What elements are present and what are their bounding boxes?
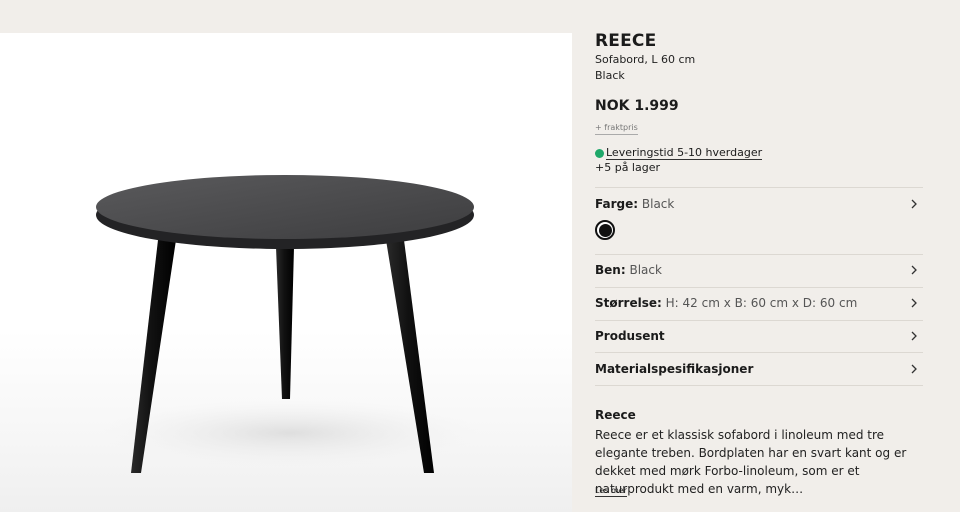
product-color: Black xyxy=(595,69,625,82)
option-material-specs[interactable]: Materialspesifikasjoner xyxy=(595,353,923,385)
description-text: Reece er et klassisk sofabord i linoleum… xyxy=(595,428,907,496)
delivery-status: Leveringstid 5-10 hverdager xyxy=(595,146,925,160)
coffee-table-illustration xyxy=(96,175,480,473)
product-subtitle: Sofabord, L 60 cm xyxy=(595,53,696,66)
product-title: REECE xyxy=(595,31,657,51)
chevron-right-icon xyxy=(911,364,917,374)
option-manufacturer[interactable]: Produsent xyxy=(595,320,923,352)
divider xyxy=(595,385,923,386)
option-value: Black xyxy=(629,263,662,277)
stock-status: +5 på lager xyxy=(595,161,661,174)
option-legs[interactable]: Ben: Black xyxy=(595,254,923,286)
delivery-link[interactable]: Leveringstid 5-10 hverdager xyxy=(606,146,763,160)
option-label: Materialspesifikasjoner xyxy=(595,362,754,376)
option-label: Ben: xyxy=(595,263,626,277)
product-image[interactable] xyxy=(0,33,572,512)
chevron-right-icon xyxy=(911,331,917,341)
option-value: H: 42 cm x B: 60 cm x D: 60 cm xyxy=(665,296,858,310)
option-label: Produsent xyxy=(595,329,665,343)
chevron-right-icon xyxy=(911,199,917,209)
description-title: Reece xyxy=(595,408,636,422)
freight-link[interactable]: + fraktpris xyxy=(595,122,638,135)
chevron-right-icon xyxy=(911,298,917,308)
green-dot-icon xyxy=(595,148,604,158)
tabletop-surface xyxy=(96,175,474,239)
option-value: Black xyxy=(641,197,675,211)
option-size[interactable]: Størrelse: H: 42 cm x B: 60 cm x D: 60 c… xyxy=(595,287,923,319)
color-swatch-black[interactable] xyxy=(595,220,615,240)
chevron-right-icon xyxy=(911,265,917,275)
option-label: Størrelse: xyxy=(595,296,662,310)
read-more-link[interactable]: Les mer xyxy=(595,485,627,497)
option-color[interactable]: Farge: Black xyxy=(595,188,923,220)
product-info-panel: REECE Sofabord, L 60 cm Black NOK 1.999 … xyxy=(595,30,925,497)
table-leg-back xyxy=(276,247,294,399)
option-label: Farge: xyxy=(595,197,639,211)
product-price: NOK 1.999 xyxy=(595,98,679,114)
